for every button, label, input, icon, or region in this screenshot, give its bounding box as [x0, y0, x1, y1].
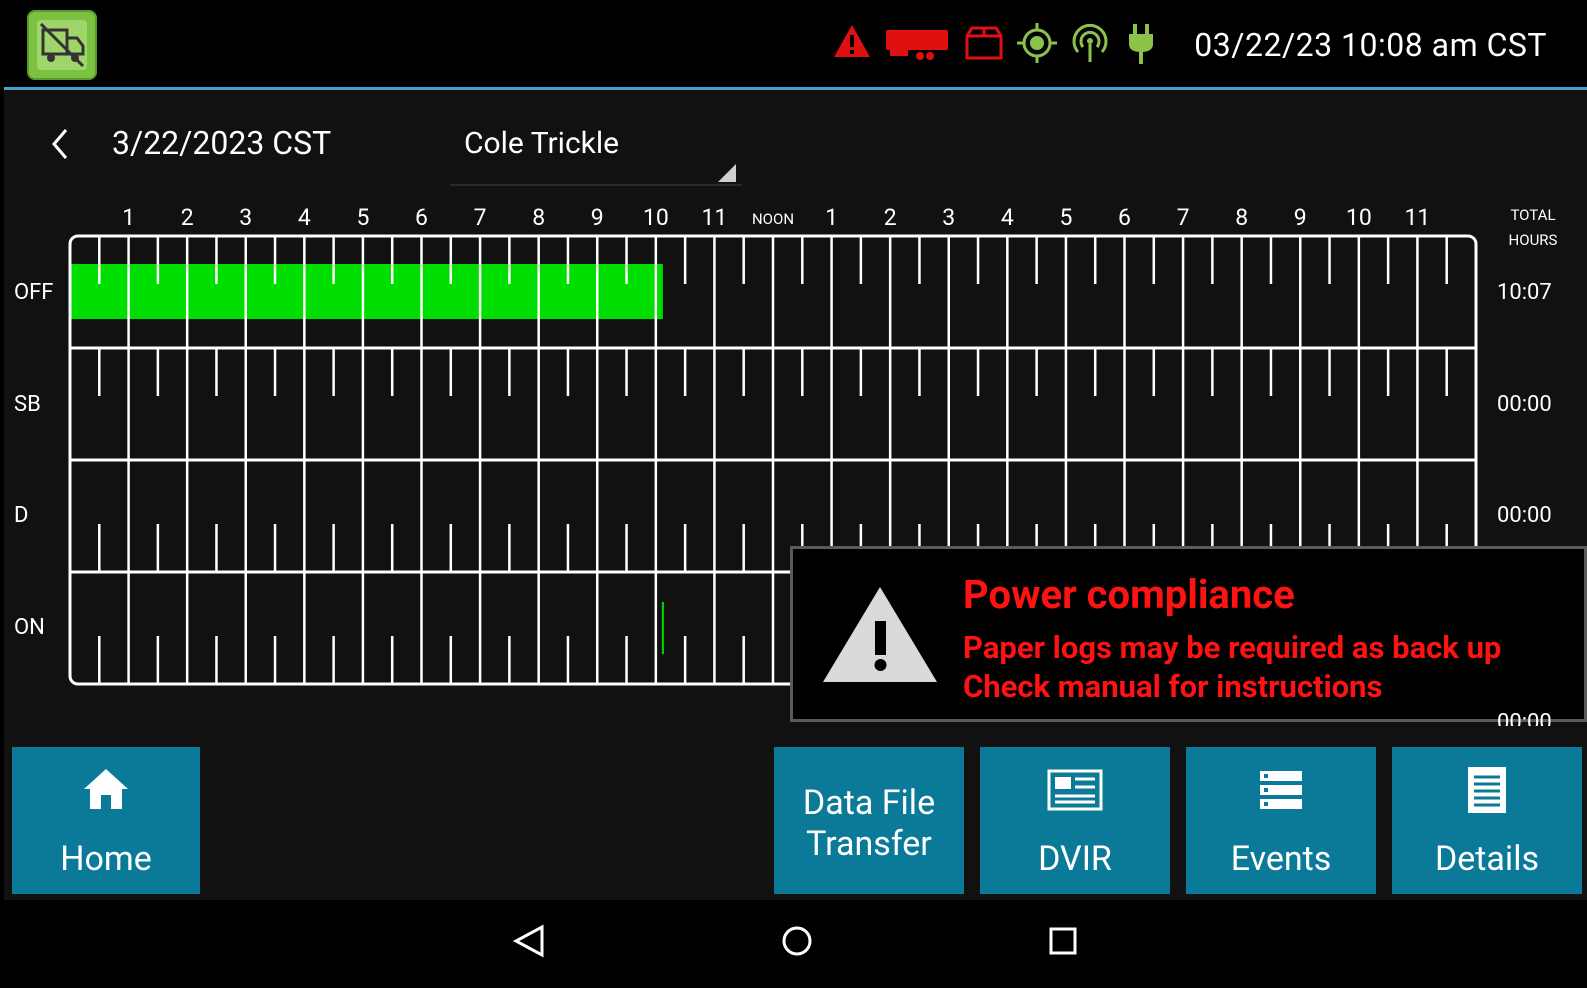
row-total-off: 10:07 [1497, 280, 1552, 305]
row-label-on: ON [14, 615, 45, 640]
dvir-label: DVIR [1038, 839, 1112, 879]
hour-label: 2 [883, 204, 897, 231]
data-file-transfer-label-2: Transfer [806, 824, 932, 864]
status-clock: 03/22/23 10:08 am CST [1194, 26, 1547, 64]
total-hours-header: TOTAL HOURS [1498, 203, 1568, 253]
log-date: 3/22/2023 CST [112, 124, 332, 162]
power-compliance-alert[interactable]: Power compliance Paper logs may be requi… [790, 546, 1587, 722]
hour-label: 10 [642, 204, 669, 231]
hour-label: 3 [942, 204, 956, 231]
app-logo[interactable] [27, 10, 97, 80]
hour-label: 2 [180, 204, 194, 231]
hour-label: 1 [122, 204, 136, 231]
recents-icon[interactable] [1048, 926, 1078, 960]
data-file-transfer-button[interactable]: Data File Transfer [774, 747, 964, 894]
alert-message-2: Check manual for instructions [963, 668, 1383, 705]
hour-label: 4 [297, 204, 311, 231]
hour-label: 9 [1293, 204, 1307, 231]
data-file-transfer-label-1: Data File [802, 783, 936, 823]
row-total-d: 00:00 [1497, 503, 1552, 528]
back-button[interactable] [42, 124, 82, 164]
events-button[interactable]: Events [1186, 747, 1376, 894]
hour-label: 6 [415, 204, 428, 231]
events-list-icon [1258, 769, 1304, 815]
chevron-left-icon [52, 129, 68, 159]
row-label-d: D [14, 503, 29, 528]
back-icon[interactable] [512, 924, 546, 962]
android-nav-bar [0, 900, 1587, 988]
truck-logo-icon [37, 20, 87, 70]
hour-label: 1 [825, 204, 839, 231]
hour-label: 10 [1345, 204, 1372, 231]
row-total-sb: 00:00 [1497, 392, 1552, 417]
hour-label: 5 [356, 204, 370, 231]
details-document-icon [1466, 765, 1508, 819]
details-label: Details [1434, 839, 1540, 879]
hour-label: 11 [701, 204, 728, 231]
driver-dropdown[interactable]: Cole Trickle [450, 116, 742, 186]
home-circle-icon[interactable] [780, 924, 814, 962]
details-button[interactable]: Details [1392, 747, 1582, 894]
total-header-line-2: HOURS [1508, 231, 1558, 249]
hour-label: 9 [590, 204, 604, 231]
power-plug-icon[interactable] [1126, 22, 1156, 70]
hour-label: 4 [1000, 204, 1014, 231]
hour-label: 3 [239, 204, 253, 231]
alert-message-1: Paper logs may be required as back up [963, 629, 1502, 666]
trailer-icon[interactable] [884, 24, 952, 68]
hour-label: 8 [532, 204, 546, 231]
row-label-off: OFF [14, 280, 54, 305]
driver-name: Cole Trickle [464, 126, 620, 161]
hour-label: 6 [1118, 204, 1131, 231]
hour-label: 7 [473, 204, 487, 231]
dvir-form-icon [1047, 769, 1103, 815]
dvir-button[interactable]: DVIR [980, 747, 1170, 894]
hour-label: NOON [751, 210, 795, 228]
hour-label: 11 [1404, 204, 1431, 231]
warning-icon[interactable] [832, 22, 872, 64]
home-button[interactable]: Home [12, 747, 200, 894]
total-header-line-1: TOTAL [1510, 206, 1556, 224]
warning-triangle-icon [821, 585, 939, 689]
events-label: Events [1230, 839, 1332, 879]
home-label: Home [60, 839, 152, 879]
cellular-icon[interactable] [1070, 22, 1110, 68]
row-label-sb: SB [14, 392, 41, 417]
hour-label: 8 [1235, 204, 1249, 231]
dropdown-caret-icon [718, 164, 736, 182]
row-total-on: 00:00 [1497, 710, 1552, 726]
hour-label: 7 [1176, 204, 1190, 231]
status-bar: 03/22/23 10:08 am CST [0, 0, 1587, 90]
alert-title: Power compliance [963, 571, 1295, 618]
gps-icon[interactable] [1016, 22, 1058, 68]
package-icon[interactable] [964, 24, 1004, 66]
hour-label: 5 [1059, 204, 1073, 231]
home-icon [82, 767, 130, 815]
